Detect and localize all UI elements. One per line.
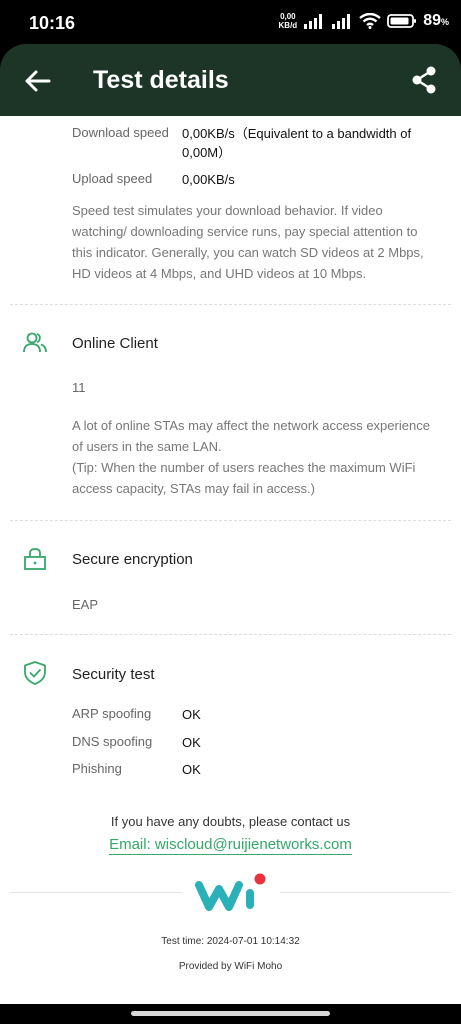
online-client-count: 11	[72, 380, 86, 395]
contact-text: If you have any doubts, please contact u…	[110, 814, 351, 829]
battery-percent: 89%	[423, 12, 449, 29]
divider	[10, 634, 451, 635]
signal-icon	[304, 14, 323, 29]
home-gesture-handle[interactable]	[131, 1011, 330, 1016]
contact-email-link[interactable]: Email: wiscloud@ruijienetworks.com	[0, 836, 461, 855]
online-client-note: A lot of online STAs may affect the netw…	[72, 418, 430, 454]
encryption-value: EAP	[72, 597, 99, 612]
security-row-label: ARP spoofing	[72, 706, 152, 721]
provided-by: Provided by WiFi Moho	[178, 961, 283, 972]
share-icon[interactable]	[409, 64, 439, 96]
system-nav-bar	[0, 1004, 461, 1024]
status-bar: 10:16 0,00 KB/d 89%	[0, 0, 461, 46]
download-speed-value: 0,00KB/s（Equivalent to a bandwidth of 0,…	[182, 126, 412, 160]
speed-description: Speed test simulates your download behav…	[72, 203, 424, 281]
users-icon	[23, 332, 47, 353]
test-details-content[interactable]: Download speed 0,00KB/s（Equivalent to a …	[0, 116, 461, 1004]
test-time: Test time: 2024-07-01 10:14:32	[161, 936, 300, 947]
security-row-label: DNS spoofing	[72, 734, 153, 749]
wifi-icon	[359, 13, 381, 29]
page-title: Test details	[93, 66, 229, 94]
upload-speed-label: Upload speed	[72, 171, 153, 186]
security-row-label: Phishing	[72, 761, 122, 776]
signal-icon	[332, 14, 351, 29]
upload-speed-value: 0,00KB/s	[182, 172, 235, 187]
divider	[280, 892, 451, 893]
security-row-value: OK	[182, 707, 201, 722]
online-client-title: Online Client	[72, 335, 158, 352]
security-test-title: Security test	[72, 666, 155, 683]
network-speed-indicator: 0,00 KB/d	[278, 12, 298, 30]
encryption-title: Secure encryption	[72, 551, 193, 568]
wifi-moho-logo	[195, 873, 266, 911]
divider	[10, 892, 182, 893]
security-row-value: OK	[182, 735, 201, 750]
divider	[10, 520, 451, 521]
online-client-tip: (Tip: When the number of users reaches t…	[72, 460, 416, 496]
back-arrow-icon[interactable]	[22, 66, 52, 96]
lock-icon	[24, 548, 46, 570]
security-row-value: OK	[182, 762, 201, 777]
status-icons: 0,00 KB/d 89%	[279, 12, 449, 30]
divider	[10, 304, 451, 305]
shield-check-icon	[24, 661, 46, 685]
battery-icon	[387, 14, 417, 28]
download-speed-label: Download speed	[72, 125, 169, 140]
status-time: 10:16	[29, 13, 76, 33]
app-bar: Test details	[0, 44, 461, 116]
